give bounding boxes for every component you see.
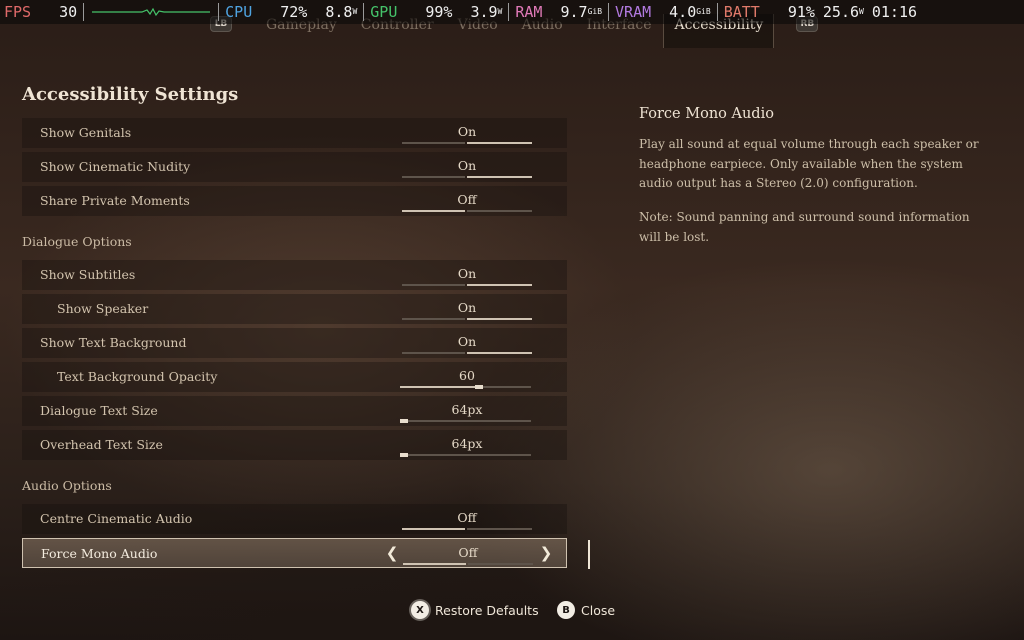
toggle-indicator — [403, 563, 533, 565]
overlay-divider — [608, 3, 610, 21]
fps-label: FPS — [4, 3, 32, 21]
section-header-dialogue: Dialogue Options — [22, 234, 132, 249]
setting-row-dialogue-text-size[interactable]: Dialogue Text Size 64px — [22, 396, 567, 426]
chevron-left-icon[interactable]: ❮ — [385, 545, 399, 561]
setting-row-show-speaker[interactable]: Show Speaker On — [22, 294, 567, 324]
setting-row-text-background-opacity[interactable]: Text Background Opacity 60 — [22, 362, 567, 392]
opacity-slider[interactable] — [400, 385, 531, 389]
setting-label: Centre Cinematic Audio — [40, 511, 193, 526]
setting-label: Force Mono Audio — [41, 546, 158, 561]
slider-knob[interactable] — [400, 453, 408, 457]
slider-knob[interactable] — [475, 385, 483, 389]
gpu-watts: 3.9 — [470, 3, 498, 21]
overlay-divider — [508, 3, 510, 21]
fps-value: 30 — [59, 3, 78, 21]
close-button[interactable]: B Close — [557, 598, 615, 622]
toggle-indicator — [402, 142, 532, 144]
section-header-audio: Audio Options — [22, 478, 112, 493]
setting-label: Show Subtitles — [40, 267, 136, 282]
cpu-watts: 8.8 — [325, 3, 353, 21]
setting-row-overhead-text-size[interactable]: Overhead Text Size 64px — [22, 430, 567, 460]
setting-row-show-text-background[interactable]: Show Text Background On — [22, 328, 567, 358]
setting-row-share-private-moments[interactable]: Share Private Moments Off — [22, 186, 567, 216]
vram-label: VRAM — [615, 3, 652, 21]
x-button-icon: X — [411, 601, 429, 619]
setting-label: Share Private Moments — [40, 193, 190, 208]
ram-unit: GiB — [587, 7, 603, 16]
restore-defaults-button[interactable]: X Restore Defaults — [411, 598, 539, 622]
dialogue-text-size-slider[interactable] — [400, 419, 531, 423]
restore-defaults-label: Restore Defaults — [435, 602, 539, 618]
ram-label: RAM — [515, 3, 543, 21]
performance-overlay: FPS 30 CPU 72% 8.8 W GPU 99% 3.9 W RAM 9.7… — [0, 0, 1024, 24]
toggle-indicator — [402, 284, 532, 286]
vram-unit: GiB — [696, 7, 711, 16]
cpu-percent: 72% — [280, 3, 308, 21]
fps-graph — [92, 7, 211, 17]
setting-label: Text Background Opacity — [57, 369, 218, 384]
slider-knob[interactable] — [400, 419, 408, 423]
setting-label: Show Speaker — [57, 301, 149, 316]
toggle-indicator — [402, 176, 532, 178]
setting-label: Show Cinematic Nudity — [40, 159, 191, 174]
setting-label: Show Genitals — [40, 125, 132, 140]
setting-row-force-mono-audio[interactable]: Force Mono Audio ❮ Off ❯ — [22, 538, 567, 568]
description-body: Play all sound at equal volume through e… — [639, 137, 979, 190]
page-title: Accessibility Settings — [22, 84, 239, 105]
ram-value: 9.7 — [560, 3, 588, 21]
overlay-divider — [218, 3, 220, 21]
chevron-right-icon[interactable]: ❯ — [539, 545, 553, 561]
overlay-divider — [363, 3, 365, 21]
scroll-cursor — [588, 540, 590, 569]
slider-fill — [400, 386, 479, 388]
setting-label: Show Text Background — [40, 335, 187, 350]
cpu-watts-unit: W — [352, 7, 358, 16]
setting-label: Dialogue Text Size — [40, 403, 158, 418]
battery-watts: 25.6 — [822, 3, 860, 21]
overlay-divider — [716, 3, 718, 21]
b-button-icon: B — [557, 601, 575, 619]
description-note: Note: Sound panning and surround sound i… — [639, 210, 970, 244]
setting-row-centre-cinematic-audio[interactable]: Centre Cinematic Audio Off — [22, 504, 567, 534]
battery-watts-unit: W — [859, 7, 864, 16]
setting-row-show-genitals[interactable]: Show Genitals On — [22, 118, 567, 148]
description-title: Force Mono Audio — [639, 106, 774, 122]
toggle-indicator — [402, 528, 532, 530]
battery-percent: 91% — [787, 3, 815, 21]
toggle-indicator — [402, 210, 532, 212]
battery-label: BATT — [723, 3, 760, 21]
setting-row-show-cinematic-nudity[interactable]: Show Cinematic Nudity On — [22, 152, 567, 182]
close-label: Close — [581, 602, 616, 618]
overlay-divider — [83, 3, 85, 21]
clock-time: 01:16 — [871, 3, 918, 21]
toggle-indicator — [402, 318, 532, 320]
setting-row-show-subtitles[interactable]: Show Subtitles On — [22, 260, 567, 290]
toggle-indicator — [402, 352, 532, 354]
cpu-label: CPU — [225, 3, 253, 21]
vram-value: 4.0 — [669, 3, 697, 21]
gpu-watts-unit: W — [497, 7, 503, 16]
overhead-text-size-slider[interactable] — [400, 453, 531, 457]
setting-label: Overhead Text Size — [40, 437, 163, 452]
gpu-label: GPU — [370, 3, 398, 21]
gpu-percent: 99% — [425, 3, 453, 21]
